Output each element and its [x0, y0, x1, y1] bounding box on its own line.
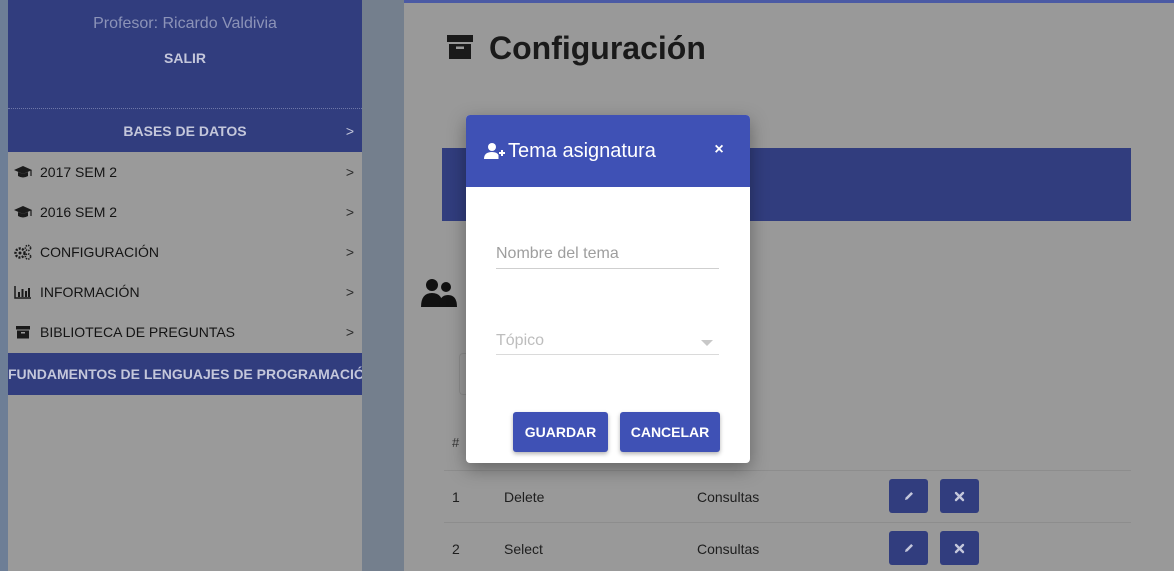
close-icon	[954, 491, 965, 501]
sidebar-item-biblioteca[interactable]: BIBLIOTECA DE PREGUNTAS >	[8, 312, 362, 352]
topic-select[interactable]: Tópico	[496, 328, 719, 355]
add-user-icon	[484, 143, 505, 159]
sidebar-item-bases-de-datos[interactable]: BASES DE DATOS >	[8, 109, 362, 152]
archive-icon	[16, 326, 30, 339]
chevron-right-icon: >	[345, 324, 354, 340]
table-row: 1 Delete Consultas	[444, 470, 1131, 522]
sidebar-header: Profesor: Ricardo Valdivia SALIR	[8, 0, 362, 109]
gears-icon	[14, 244, 32, 260]
chevron-right-icon: >	[345, 244, 354, 260]
sidebar-item-2017-sem-2[interactable]: 2017 SEM 2 >	[8, 152, 362, 192]
page-title: Configuración	[489, 30, 706, 66]
sidebar-item-configuracion[interactable]: CONFIGURACIÓN >	[8, 232, 362, 272]
sidebar-item-label: INFORMACIÓN	[40, 284, 140, 300]
close-button[interactable]: ×	[710, 141, 728, 159]
delete-button[interactable]	[940, 479, 979, 513]
sidebar-item-2016-sem-2[interactable]: 2016 SEM 2 >	[8, 192, 362, 232]
row-name: Delete	[504, 489, 545, 505]
sidebar-item-informacion[interactable]: INFORMACIÓN >	[8, 272, 362, 312]
graduation-cap-icon	[14, 166, 32, 178]
tema-asignatura-modal: Tema asignatura × Tópico GUARDAR CANCELA…	[466, 115, 750, 463]
row-number: 2	[452, 541, 460, 557]
sidebar: Profesor: Ricardo Valdivia SALIR BASES D…	[0, 0, 362, 571]
sidebar-item-label: BIBLIOTECA DE PREGUNTAS	[40, 324, 236, 340]
graduation-cap-icon	[14, 206, 32, 218]
logout-link[interactable]: SALIR	[8, 50, 362, 66]
table-row: 2 Select Consultas	[444, 522, 1131, 571]
users-icon	[421, 279, 457, 307]
chevron-right-icon: >	[345, 284, 354, 300]
modal-header: Tema asignatura ×	[466, 115, 750, 187]
sidebar-item-label: CONFIGURACIÓN	[40, 244, 159, 260]
edit-button[interactable]	[889, 479, 928, 513]
sidebar-item-active-course[interactable]: FUNDAMENTOS DE LENGUAJES DE PROGRAMACIÓN	[8, 353, 362, 395]
edit-button[interactable]	[889, 531, 928, 565]
archive-icon	[447, 35, 473, 59]
row-topic: Consultas	[697, 489, 760, 505]
tema-name-input[interactable]	[496, 239, 719, 269]
chevron-right-icon: >	[345, 204, 354, 220]
modal-title: Tema asignatura	[508, 140, 656, 162]
topic-select-placeholder: Tópico	[496, 332, 545, 349]
pencil-icon	[904, 492, 913, 500]
close-icon	[954, 543, 965, 553]
row-number: 1	[452, 489, 460, 505]
bar-chart-icon	[14, 286, 31, 299]
chevron-right-icon: >	[345, 123, 354, 139]
save-button[interactable]: GUARDAR	[513, 412, 608, 452]
sidebar-item-label: 2017 SEM 2	[40, 164, 118, 180]
caret-down-icon	[701, 340, 713, 346]
sidebar-scroll-gutter	[362, 0, 404, 571]
pencil-icon	[904, 544, 913, 552]
row-name: Select	[504, 541, 543, 557]
delete-button[interactable]	[940, 531, 979, 565]
sidebar-item-label: BASES DE DATOS	[123, 123, 247, 139]
row-topic: Consultas	[697, 541, 760, 557]
chevron-right-icon: >	[345, 164, 354, 180]
professor-name: Profesor: Ricardo Valdivia	[93, 15, 277, 32]
sidebar-item-label: 2016 SEM 2	[40, 204, 118, 220]
cancel-button[interactable]: CANCELAR	[620, 412, 720, 452]
sidebar-item-label: FUNDAMENTOS DE LENGUAJES DE PROGRAMACIÓN	[8, 366, 362, 382]
table-header-number: #	[452, 435, 460, 450]
